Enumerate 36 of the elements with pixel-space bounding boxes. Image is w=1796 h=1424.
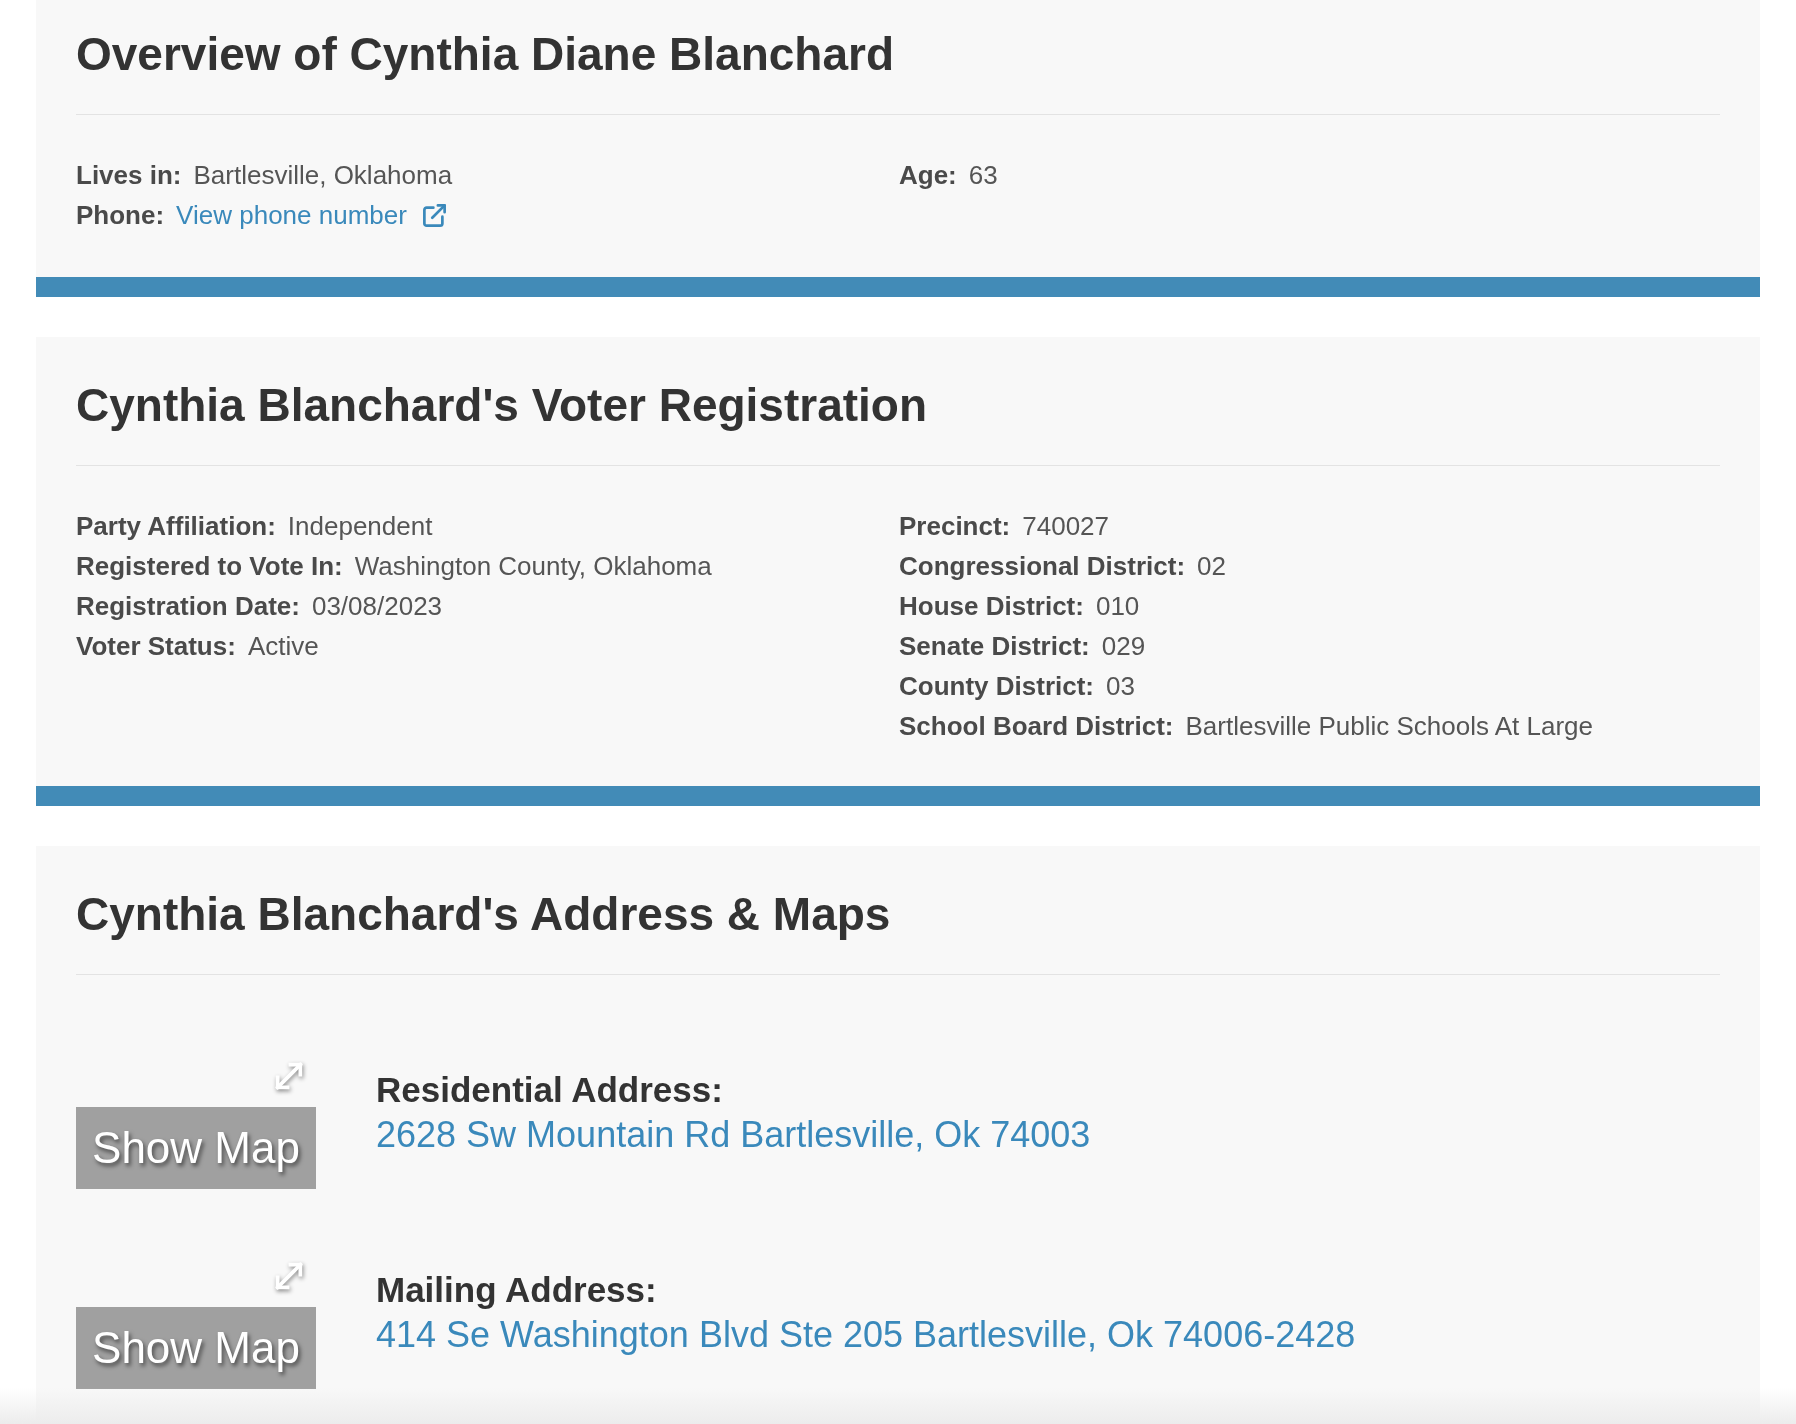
external-link-icon: [420, 201, 448, 229]
field-value: 029: [1101, 630, 1146, 663]
field-label: Precinct:: [899, 510, 1011, 543]
field-value: 03/08/2023: [311, 590, 443, 623]
address-link[interactable]: 2628 Sw Mountain Rd Bartlesville, Ok 74003: [376, 1111, 1091, 1159]
section-title: Overview of Cynthia Diane Blanchard: [76, 27, 895, 82]
field-value: Bartlesville Public Schools At Large: [1185, 710, 1594, 743]
field-label: Lives in:: [76, 159, 182, 192]
field-value: Independent: [287, 510, 433, 543]
address-label: Residential Address:: [376, 1069, 724, 1111]
show-map-button[interactable]: Show Map: [76, 1307, 316, 1389]
field-value: 02: [1197, 550, 1226, 583]
section-title: Cynthia Blanchard's Address & Maps: [76, 887, 892, 942]
field-label: County District:: [899, 670, 1094, 703]
field-label: Registered to Vote In:: [76, 550, 343, 583]
show-map-button[interactable]: Show Map: [76, 1107, 316, 1189]
field-label: Phone:: [76, 199, 165, 232]
field-label: House District:: [899, 590, 1084, 623]
field-value: 010: [1095, 590, 1140, 623]
phone-link[interactable]: View phone number: [176, 195, 448, 235]
field-value: Bartlesville, Oklahoma: [193, 159, 453, 192]
field-label: Voter Status:: [76, 630, 236, 663]
field-value: 740027: [1022, 510, 1110, 543]
field-value: Washington County, Oklahoma: [354, 550, 712, 583]
address-label: Mailing Address:: [376, 1269, 658, 1311]
field-value: 63: [968, 159, 998, 192]
field-label: Age:: [899, 159, 957, 192]
field-label: Registration Date:: [76, 590, 300, 623]
field-value: Active: [247, 630, 319, 663]
field-value: 03: [1106, 670, 1135, 703]
field-label: Senate District:: [899, 630, 1090, 663]
section-title: Cynthia Blanchard's Voter Registration: [76, 378, 929, 433]
field-label: Party Affiliation:: [76, 510, 276, 543]
field-label: School Board District:: [899, 710, 1174, 743]
address-link[interactable]: 414 Se Washington Blvd Ste 205 Bartlesville, Ok 74006-2428: [376, 1311, 1356, 1359]
field-label: Congressional District:: [899, 550, 1186, 583]
